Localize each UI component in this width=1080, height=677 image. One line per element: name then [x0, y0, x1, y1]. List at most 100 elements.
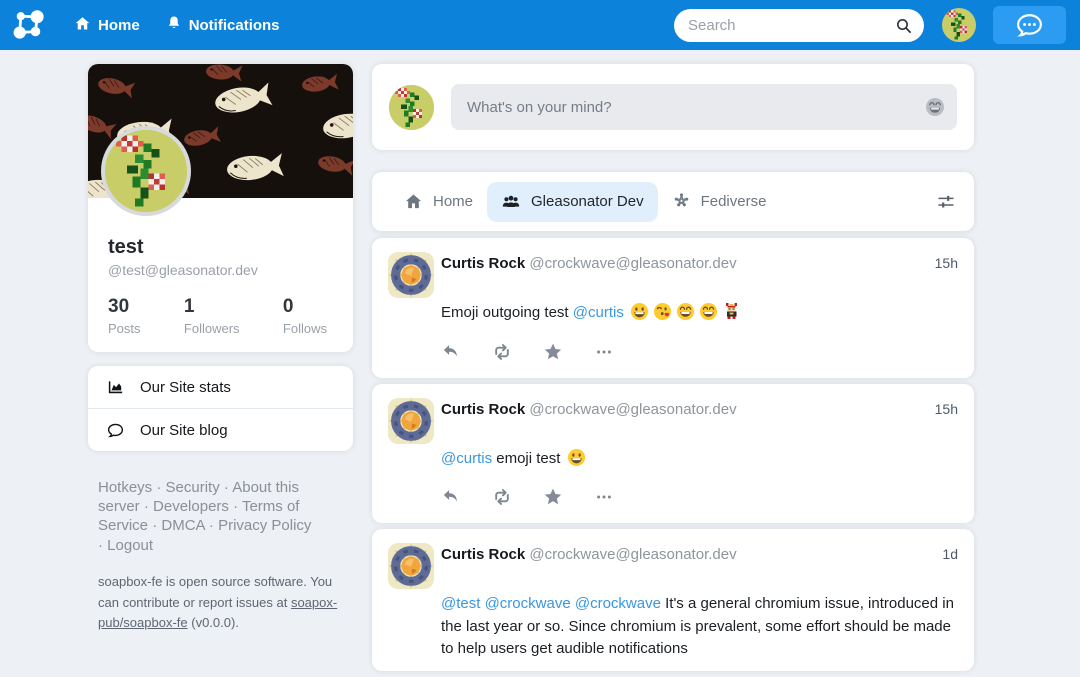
post-avatar[interactable] [388, 543, 434, 589]
tab-home[interactable]: Home [390, 182, 487, 221]
grinning-emoji [630, 302, 649, 321]
post-content: Emoji outgoing test @curtis [441, 302, 958, 325]
main-column: Home Gleasonator Dev [372, 64, 974, 677]
post-card[interactable]: Curtis Rock @crockwave@gleasonator.dev 1… [372, 238, 974, 378]
repost-icon[interactable] [492, 342, 512, 362]
more-options-icon[interactable] [594, 487, 614, 507]
footer-link-hotkeys[interactable]: Hotkeys [98, 479, 152, 496]
stat-follows-label: Follows [283, 321, 327, 336]
footer-link-security[interactable]: Security [166, 479, 220, 496]
page-body: test @test@gleasonator.dev 30 Posts 1 Fo… [0, 50, 1080, 677]
nav-notifications[interactable]: Notifications [166, 15, 280, 35]
timeline: Curtis Rock @crockwave@gleasonator.dev 1… [372, 238, 974, 671]
post-timestamp[interactable]: 1d [942, 546, 958, 562]
emoji-picker-icon[interactable] [925, 97, 945, 117]
post-handle: @crockwave@gleasonator.dev [529, 401, 736, 418]
about-post: (v0.0.0). [188, 615, 239, 630]
post-avatar[interactable] [388, 398, 434, 444]
menu-item-site-blog[interactable]: Our Site blog [88, 408, 353, 451]
mention-link[interactable]: @test [441, 595, 480, 612]
tab-label: Home [433, 193, 473, 210]
nav-notifications-label: Notifications [189, 17, 280, 34]
profile-stats: 30 Posts 1 Followers 0 Follows [88, 296, 353, 336]
stat-follows[interactable]: 0 Follows [283, 296, 327, 336]
compose-card [372, 64, 974, 150]
post-handle: @crockwave@gleasonator.dev [529, 546, 736, 563]
tab-label: Fediverse [701, 193, 767, 210]
search-icon[interactable] [895, 17, 913, 35]
footer-link-dmca[interactable]: DMCA [161, 517, 204, 534]
profile-card: test @test@gleasonator.dev 30 Posts 1 Fo… [88, 64, 353, 352]
favourite-star-icon[interactable] [543, 487, 563, 507]
favourite-star-icon[interactable] [543, 342, 563, 362]
post-timestamp[interactable]: 15h [935, 255, 958, 271]
tab-label: Gleasonator Dev [531, 193, 644, 210]
menu-item-site-stats[interactable]: Our Site stats [88, 366, 353, 408]
speech-bubble-icon [105, 421, 125, 440]
menu-item-label: Our Site stats [140, 379, 231, 396]
fediverse-icon [672, 192, 691, 211]
post-content: @test @crockwave @crockwave It's a gener… [441, 593, 958, 661]
stat-posts[interactable]: 30 Posts [108, 296, 141, 336]
post-author[interactable]: Curtis Rock [441, 546, 525, 563]
users-icon [501, 192, 521, 212]
tab-gleasonator-dev[interactable]: Gleasonator Dev [487, 182, 658, 222]
post-content: @curtis emoji test [441, 448, 958, 471]
stat-posts-value: 30 [108, 296, 141, 318]
footer-links: Hotkeys · Security · About this server ·… [98, 478, 316, 555]
tab-fediverse[interactable]: Fediverse [658, 182, 781, 221]
bell-icon [166, 15, 182, 35]
post-actions [441, 487, 958, 507]
search-bar [674, 9, 924, 42]
chart-icon [105, 378, 125, 397]
search-input[interactable] [674, 9, 924, 42]
app-logo-icon[interactable] [10, 6, 48, 44]
mention-link[interactable]: @crockwave [575, 595, 661, 612]
post-card[interactable]: Curtis Rock @crockwave@gleasonator.dev 1… [372, 384, 974, 524]
post-author[interactable]: Curtis Rock [441, 401, 525, 418]
profile-handle: @test@gleasonator.dev [108, 262, 353, 278]
stat-posts-label: Posts [108, 321, 141, 336]
post-actions [441, 342, 958, 362]
repost-icon[interactable] [492, 487, 512, 507]
stat-followers-value: 1 [184, 296, 240, 318]
top-navbar: Home Notifications [0, 0, 1080, 50]
compose-avatar[interactable] [389, 85, 434, 130]
post-avatar[interactable] [388, 252, 434, 298]
chat-button[interactable] [993, 6, 1066, 44]
mention-link[interactable]: @curtis [441, 450, 492, 467]
post-handle: @crockwave@gleasonator.dev [529, 255, 736, 272]
footer-link-logout[interactable]: Logout [107, 537, 153, 554]
stat-followers[interactable]: 1 Followers [184, 296, 240, 336]
footer-link-privacy-policy[interactable]: Privacy Policy [218, 517, 311, 534]
compose-input[interactable] [451, 84, 957, 130]
home-icon [404, 192, 423, 211]
chat-bubble-icon [1014, 12, 1045, 38]
stat-follows-value: 0 [283, 296, 327, 318]
nav-home[interactable]: Home [74, 15, 140, 36]
mention-link[interactable]: @curtis [573, 304, 624, 321]
profile-avatar[interactable] [101, 126, 191, 216]
footer-link-developers[interactable]: Developers [153, 498, 229, 515]
site-menu-card: Our Site stats Our Site blog [88, 366, 353, 451]
more-options-icon[interactable] [594, 342, 614, 362]
reply-icon[interactable] [441, 487, 461, 507]
custom-pixel-emoji [722, 302, 741, 321]
post-author[interactable]: Curtis Rock [441, 255, 525, 272]
about-text: soapbox-fe is open source software. You … [98, 572, 350, 634]
kissing-heart-emoji [653, 302, 672, 321]
sidebar: test @test@gleasonator.dev 30 Posts 1 Fo… [88, 64, 353, 677]
post-timestamp[interactable]: 15h [935, 401, 958, 417]
stat-followers-label: Followers [184, 321, 240, 336]
reply-icon[interactable] [441, 342, 461, 362]
profile-display-name[interactable]: test [108, 236, 353, 259]
timeline-settings-icon[interactable] [936, 192, 956, 212]
home-icon [74, 15, 91, 36]
beaming-emoji [676, 302, 695, 321]
nav-home-label: Home [98, 17, 140, 34]
mention-link[interactable]: @crockwave [485, 595, 571, 612]
beaming-emoji [699, 302, 718, 321]
account-avatar[interactable] [942, 8, 976, 42]
menu-item-label: Our Site blog [140, 422, 228, 439]
timeline-tabs: Home Gleasonator Dev [372, 172, 974, 232]
